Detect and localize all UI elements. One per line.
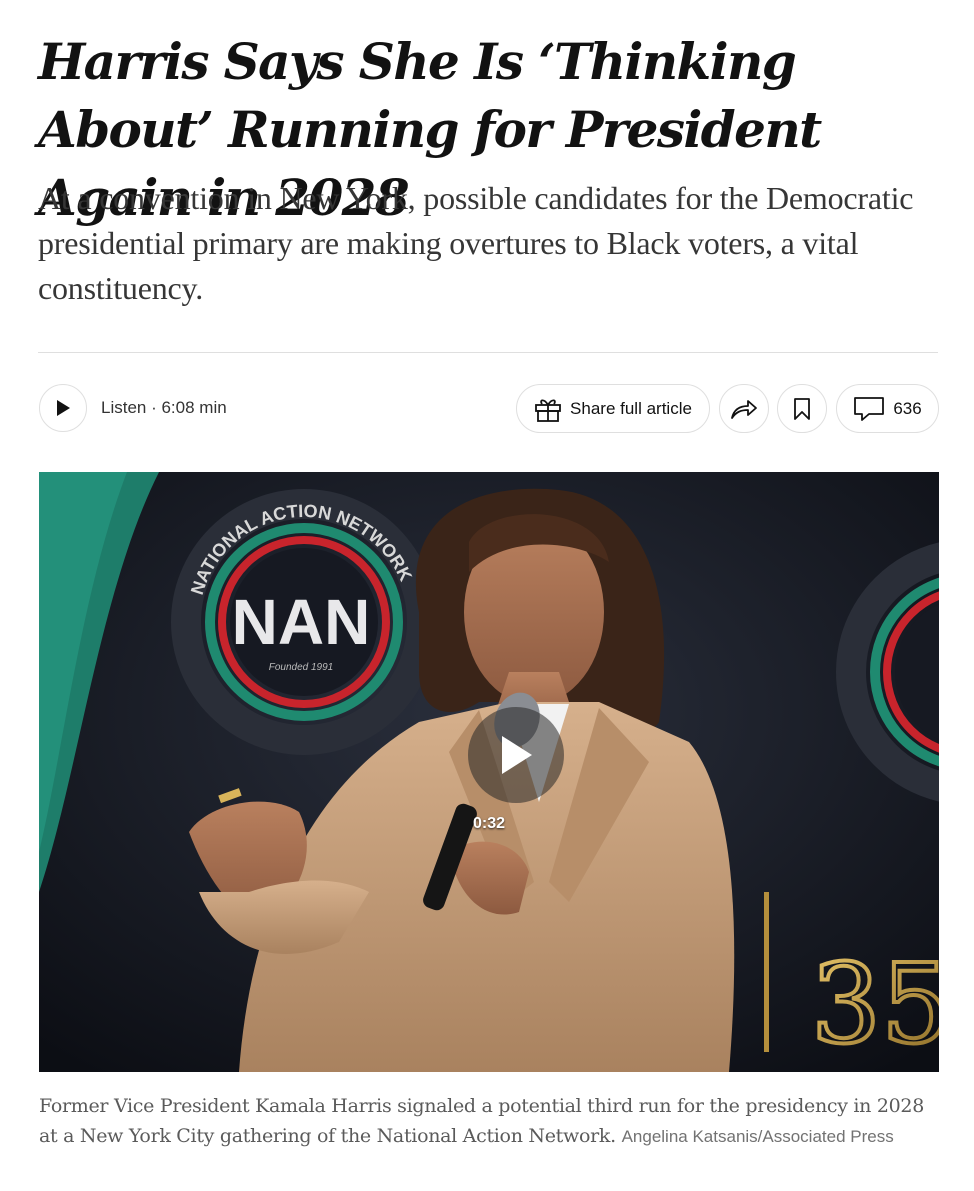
share-arrow-icon bbox=[731, 399, 757, 419]
share-button[interactable] bbox=[719, 384, 769, 433]
play-icon bbox=[57, 400, 70, 416]
video-duration: 0:32 bbox=[472, 815, 506, 832]
photo-credit: Angelina Katsanis/Associated Press bbox=[621, 1127, 894, 1146]
video-play-button[interactable] bbox=[468, 707, 564, 803]
play-icon bbox=[502, 736, 532, 774]
comments-button[interactable]: 636 bbox=[836, 384, 939, 433]
gift-icon bbox=[535, 398, 561, 422]
photo-caption: Former Vice President Kamala Harris sign… bbox=[39, 1091, 929, 1152]
nan-logo-left: NAN Founded 1991 NATIONAL ACTION NETWORK bbox=[171, 489, 437, 755]
svg-text:35: 35 bbox=[811, 940, 939, 1068]
divider bbox=[38, 352, 938, 353]
listen-play-button[interactable] bbox=[39, 384, 87, 432]
share-full-article-button[interactable]: Share full article bbox=[516, 384, 710, 433]
comments-count: 636 bbox=[893, 398, 922, 418]
listen-label[interactable]: Listen · 6:08 min bbox=[101, 398, 227, 418]
article-summary: At a convention in New York, possible ca… bbox=[38, 180, 914, 306]
lead-video[interactable]: NAN Founded 1991 NATIONAL ACTION NETWORK… bbox=[39, 472, 939, 1072]
save-button[interactable] bbox=[777, 384, 827, 433]
share-full-article-label: Share full article bbox=[570, 398, 692, 418]
svg-text:NAN: NAN bbox=[232, 586, 371, 658]
svg-text:Founded 1991: Founded 1991 bbox=[269, 662, 334, 673]
comment-bubble-icon bbox=[854, 396, 885, 421]
bookmark-icon bbox=[794, 397, 810, 420]
